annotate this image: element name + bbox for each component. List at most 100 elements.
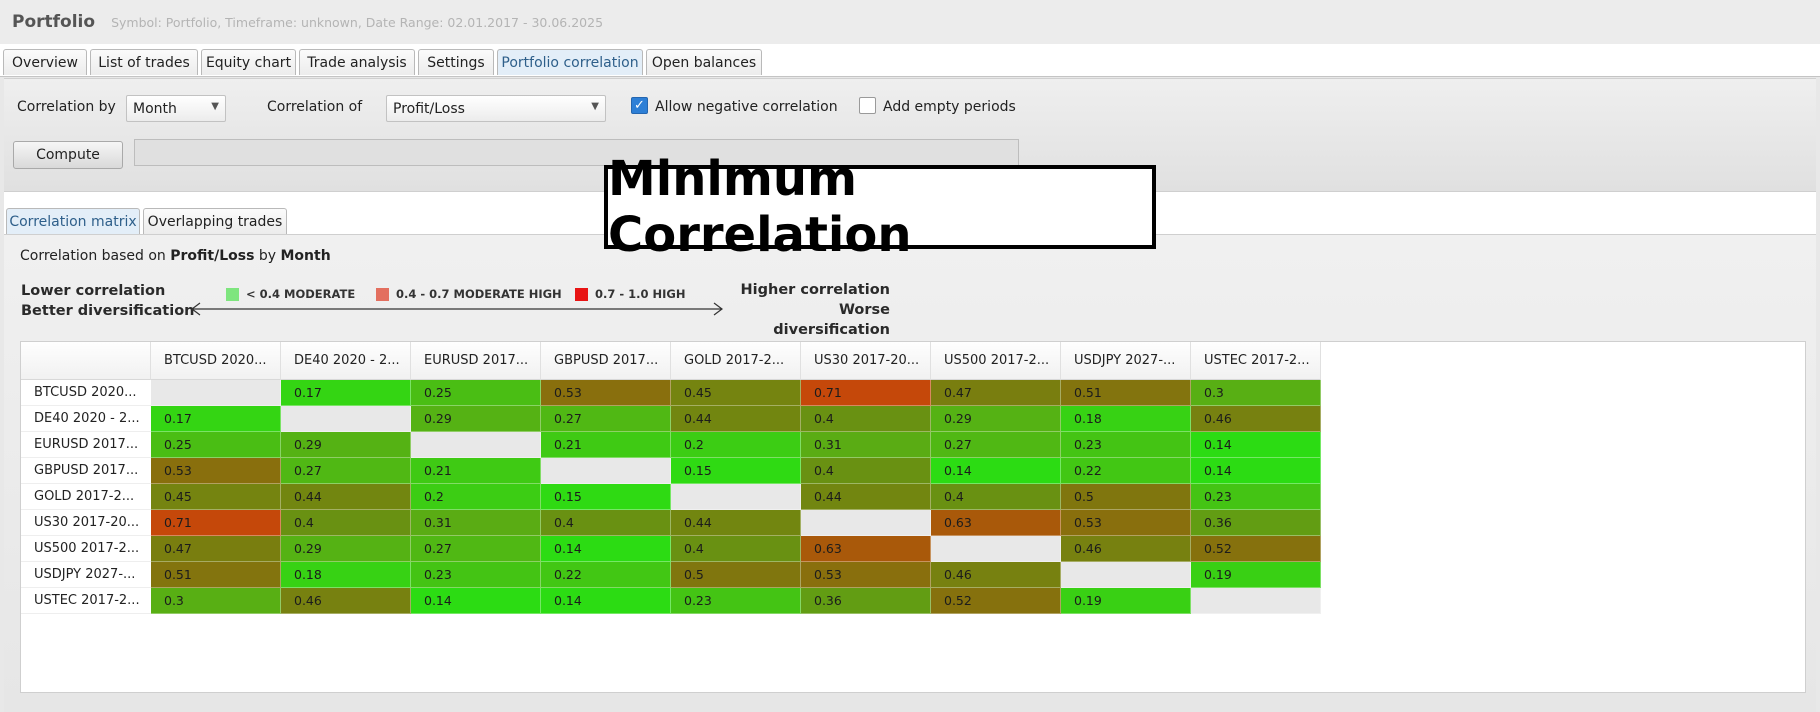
matrix-cell: 0.14 bbox=[931, 458, 1061, 484]
matrix-cell: 0.2 bbox=[671, 432, 801, 458]
legend-swatch-high bbox=[575, 287, 588, 301]
matrix-column-header[interactable]: BTCUSD 2020... bbox=[151, 342, 281, 380]
matrix-cell: 0.31 bbox=[801, 432, 931, 458]
compute-button[interactable]: Compute bbox=[13, 141, 123, 169]
tab-equity-chart[interactable]: Equity chart bbox=[201, 49, 296, 75]
app-subtitle: Symbol: Portfolio, Timeframe: unknown, D… bbox=[111, 14, 604, 30]
matrix-cell: 0.4 bbox=[931, 484, 1061, 510]
matrix-cell: 0.22 bbox=[541, 562, 671, 588]
matrix-cell: 0.71 bbox=[151, 510, 281, 536]
matrix-row-header: US500 2017-2... bbox=[21, 536, 151, 562]
matrix-column-header[interactable]: US30 2017-20... bbox=[801, 342, 931, 380]
correlation-by-select[interactable]: Month ▼ bbox=[126, 95, 226, 122]
matrix-cell: 0.25 bbox=[411, 380, 541, 406]
tab-correlation-matrix[interactable]: Correlation matrix bbox=[6, 208, 140, 234]
correlation-of-select[interactable]: Profit/Loss ▼ bbox=[386, 95, 606, 122]
matrix-cell: 0.19 bbox=[1061, 588, 1191, 614]
matrix-column-header[interactable]: GBPUSD 2017... bbox=[541, 342, 671, 380]
matrix-cell: 0.18 bbox=[281, 562, 411, 588]
chevron-down-icon: ▼ bbox=[211, 101, 219, 112]
matrix-cell: 0.4 bbox=[801, 458, 931, 484]
matrix-row-header: GBPUSD 2017... bbox=[21, 458, 151, 484]
matrix-cell: 0.19 bbox=[1191, 562, 1321, 588]
matrix-diagonal-cell bbox=[541, 458, 671, 484]
tab-portfolio-correlation[interactable]: Portfolio correlation bbox=[497, 49, 643, 75]
basis-prefix: Correlation based on bbox=[20, 248, 166, 264]
legend-item-moderate: < 0.4 MODERATE bbox=[226, 287, 355, 301]
matrix-cell: 0.47 bbox=[151, 536, 281, 562]
matrix-cell: 0.31 bbox=[411, 510, 541, 536]
basis-by: by bbox=[258, 248, 277, 264]
matrix-cell: 0.4 bbox=[541, 510, 671, 536]
legend-swatch-moderate-high bbox=[376, 287, 389, 301]
matrix-diagonal-cell bbox=[671, 484, 801, 510]
matrix-column-header[interactable]: USDJPY 2027-... bbox=[1061, 342, 1191, 380]
matrix-cell: 0.15 bbox=[671, 458, 801, 484]
legend-lower-line2: Better diversification bbox=[21, 303, 195, 319]
matrix-cell: 0.29 bbox=[411, 406, 541, 432]
matrix-diagonal-cell bbox=[281, 406, 411, 432]
add-empty-periods-label: Add empty periods bbox=[883, 99, 1016, 115]
legend-higher-line1: Higher correlation bbox=[740, 282, 890, 298]
matrix-cell: 0.25 bbox=[151, 432, 281, 458]
correlation-of-value: Profit/Loss bbox=[393, 100, 465, 117]
double-arrow-icon bbox=[191, 302, 723, 316]
correlation-matrix-table: BTCUSD 2020... DE40 2020 - 2... EURUSD 201… bbox=[20, 341, 1806, 693]
app-title: Portfolio bbox=[12, 12, 96, 32]
correlation-by-value: Month bbox=[133, 100, 177, 117]
tab-trade-analysis[interactable]: Trade analysis bbox=[299, 49, 415, 75]
matrix-cell: 0.36 bbox=[1191, 510, 1321, 536]
matrix-cell: 0.53 bbox=[541, 380, 671, 406]
matrix-cell: 0.18 bbox=[1061, 406, 1191, 432]
correlation-matrix-panel: Correlation based on Profit/Loss by Mont… bbox=[4, 234, 1816, 712]
matrix-cell: 0.22 bbox=[1061, 458, 1191, 484]
matrix-cell: 0.23 bbox=[411, 562, 541, 588]
matrix-column-header[interactable]: EURUSD 2017... bbox=[411, 342, 541, 380]
matrix-cell: 0.46 bbox=[931, 562, 1061, 588]
matrix-cell: 0.53 bbox=[801, 562, 931, 588]
matrix-cell: 0.17 bbox=[281, 380, 411, 406]
matrix-cell: 0.3 bbox=[151, 588, 281, 614]
matrix-cell: 0.71 bbox=[801, 380, 931, 406]
legend-label-moderate-high: 0.4 - 0.7 MODERATE HIGH bbox=[396, 287, 562, 301]
allow-negative-checkbox[interactable]: ✓ bbox=[631, 97, 648, 114]
matrix-cell: 0.53 bbox=[1061, 510, 1191, 536]
matrix-cell: 0.21 bbox=[541, 432, 671, 458]
matrix-cell: 0.46 bbox=[1191, 406, 1321, 432]
tab-overlapping-trades[interactable]: Overlapping trades bbox=[143, 208, 287, 234]
matrix-diagonal-cell bbox=[931, 536, 1061, 562]
matrix-column-header[interactable]: GOLD 2017-2... bbox=[671, 342, 801, 380]
basis-period: Month bbox=[280, 248, 331, 264]
matrix-column-header[interactable]: DE40 2020 - 2... bbox=[281, 342, 411, 380]
matrix-cell: 0.46 bbox=[281, 588, 411, 614]
correlation-basis-text: Correlation based on Profit/Loss by Mont… bbox=[20, 248, 331, 264]
matrix-cell: 0.15 bbox=[541, 484, 671, 510]
tab-overview[interactable]: Overview bbox=[3, 49, 87, 75]
legend-higher-line2: Worse diversification bbox=[773, 302, 890, 338]
matrix-diagonal-cell bbox=[801, 510, 931, 536]
matrix-cell: 0.23 bbox=[671, 588, 801, 614]
matrix-column-header[interactable]: US500 2017-2... bbox=[931, 342, 1061, 380]
matrix-diagonal-cell bbox=[1191, 588, 1321, 614]
matrix-cell: 0.27 bbox=[931, 432, 1061, 458]
basis-measure: Profit/Loss bbox=[170, 248, 255, 264]
legend-higher-text: Higher correlation Worse diversification bbox=[730, 280, 890, 340]
matrix-row-header: DE40 2020 - 2... bbox=[21, 406, 151, 432]
matrix-column-header[interactable]: USTEC 2017-2... bbox=[1191, 342, 1321, 380]
matrix-cell: 0.36 bbox=[801, 588, 931, 614]
tab-settings[interactable]: Settings bbox=[418, 49, 494, 75]
matrix-cell: 0.27 bbox=[541, 406, 671, 432]
tab-open-balances[interactable]: Open balances bbox=[646, 49, 762, 75]
matrix-row-header: USDJPY 2027-... bbox=[21, 562, 151, 588]
matrix-cell: 0.44 bbox=[671, 510, 801, 536]
matrix-cell: 0.5 bbox=[1061, 484, 1191, 510]
matrix-cell: 0.14 bbox=[1191, 432, 1321, 458]
matrix-cell: 0.3 bbox=[1191, 380, 1321, 406]
add-empty-periods-checkbox[interactable] bbox=[859, 97, 876, 114]
matrix-cell: 0.29 bbox=[931, 406, 1061, 432]
title-bar: Portfolio Symbol: Portfolio, Timeframe: … bbox=[0, 0, 1820, 44]
matrix-cell: 0.45 bbox=[671, 380, 801, 406]
matrix-cell: 0.46 bbox=[1061, 536, 1191, 562]
tab-list-of-trades[interactable]: List of trades bbox=[90, 49, 198, 75]
matrix-row-header: EURUSD 2017... bbox=[21, 432, 151, 458]
